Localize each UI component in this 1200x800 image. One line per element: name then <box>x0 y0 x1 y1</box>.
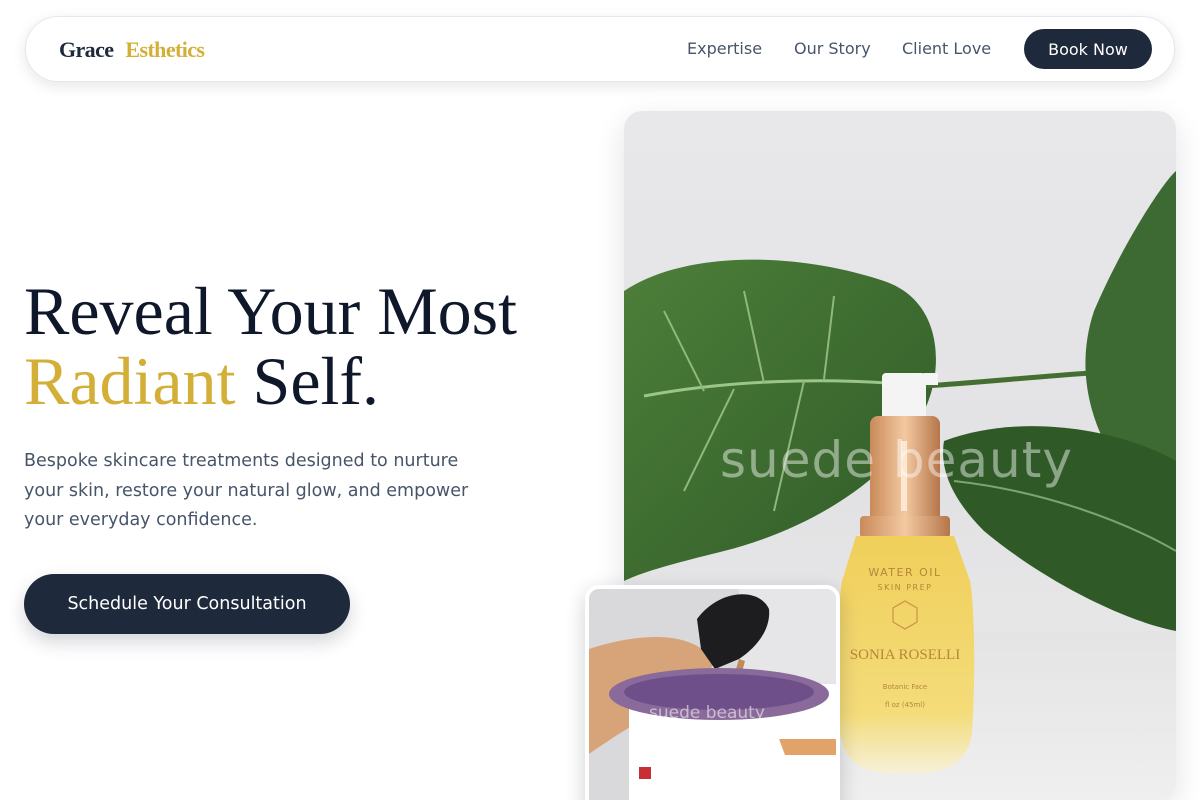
bottle-label-1: WATER OIL <box>868 566 941 579</box>
top-nav: Grace Esthetics Expertise Our Story Clien… <box>25 16 1175 82</box>
schedule-consultation-button[interactable]: Schedule Your Consultation <box>24 574 350 634</box>
brand-name-second: Esthetics <box>125 37 205 62</box>
brand-name-first: Grace <box>59 37 114 62</box>
image-watermark-small: suede beauty <box>649 703 765 723</box>
treatment-photo: suede beauty <box>585 585 840 800</box>
book-now-button[interactable]: Book Now <box>1024 29 1152 69</box>
hero-title-line1: Reveal Your Most <box>24 273 518 349</box>
bottle-small-2: fl oz (45ml) <box>885 701 925 709</box>
image-watermark: suede beauty <box>720 431 1073 489</box>
hero-title-accent: Radiant <box>24 343 236 419</box>
bottle-small-1: Botanic Face <box>883 683 927 691</box>
nav-link-expertise[interactable]: Expertise <box>687 39 762 58</box>
nav-link-our-story[interactable]: Our Story <box>794 39 871 58</box>
bottle-label-2: SKIN PREP <box>878 583 933 592</box>
wax-warmer-photo <box>589 589 836 800</box>
hero-subtitle: Bespoke skincare treatments designed to … <box>24 451 469 530</box>
nav-link-client-love[interactable]: Client Love <box>902 39 991 58</box>
hero-title: Reveal Your Most Radiant Self. <box>24 276 584 416</box>
hero-title-end: Self. <box>235 343 380 419</box>
brand-logo[interactable]: Grace Esthetics <box>59 37 205 63</box>
bottle-brand: SONIA ROSELLI <box>850 647 960 663</box>
